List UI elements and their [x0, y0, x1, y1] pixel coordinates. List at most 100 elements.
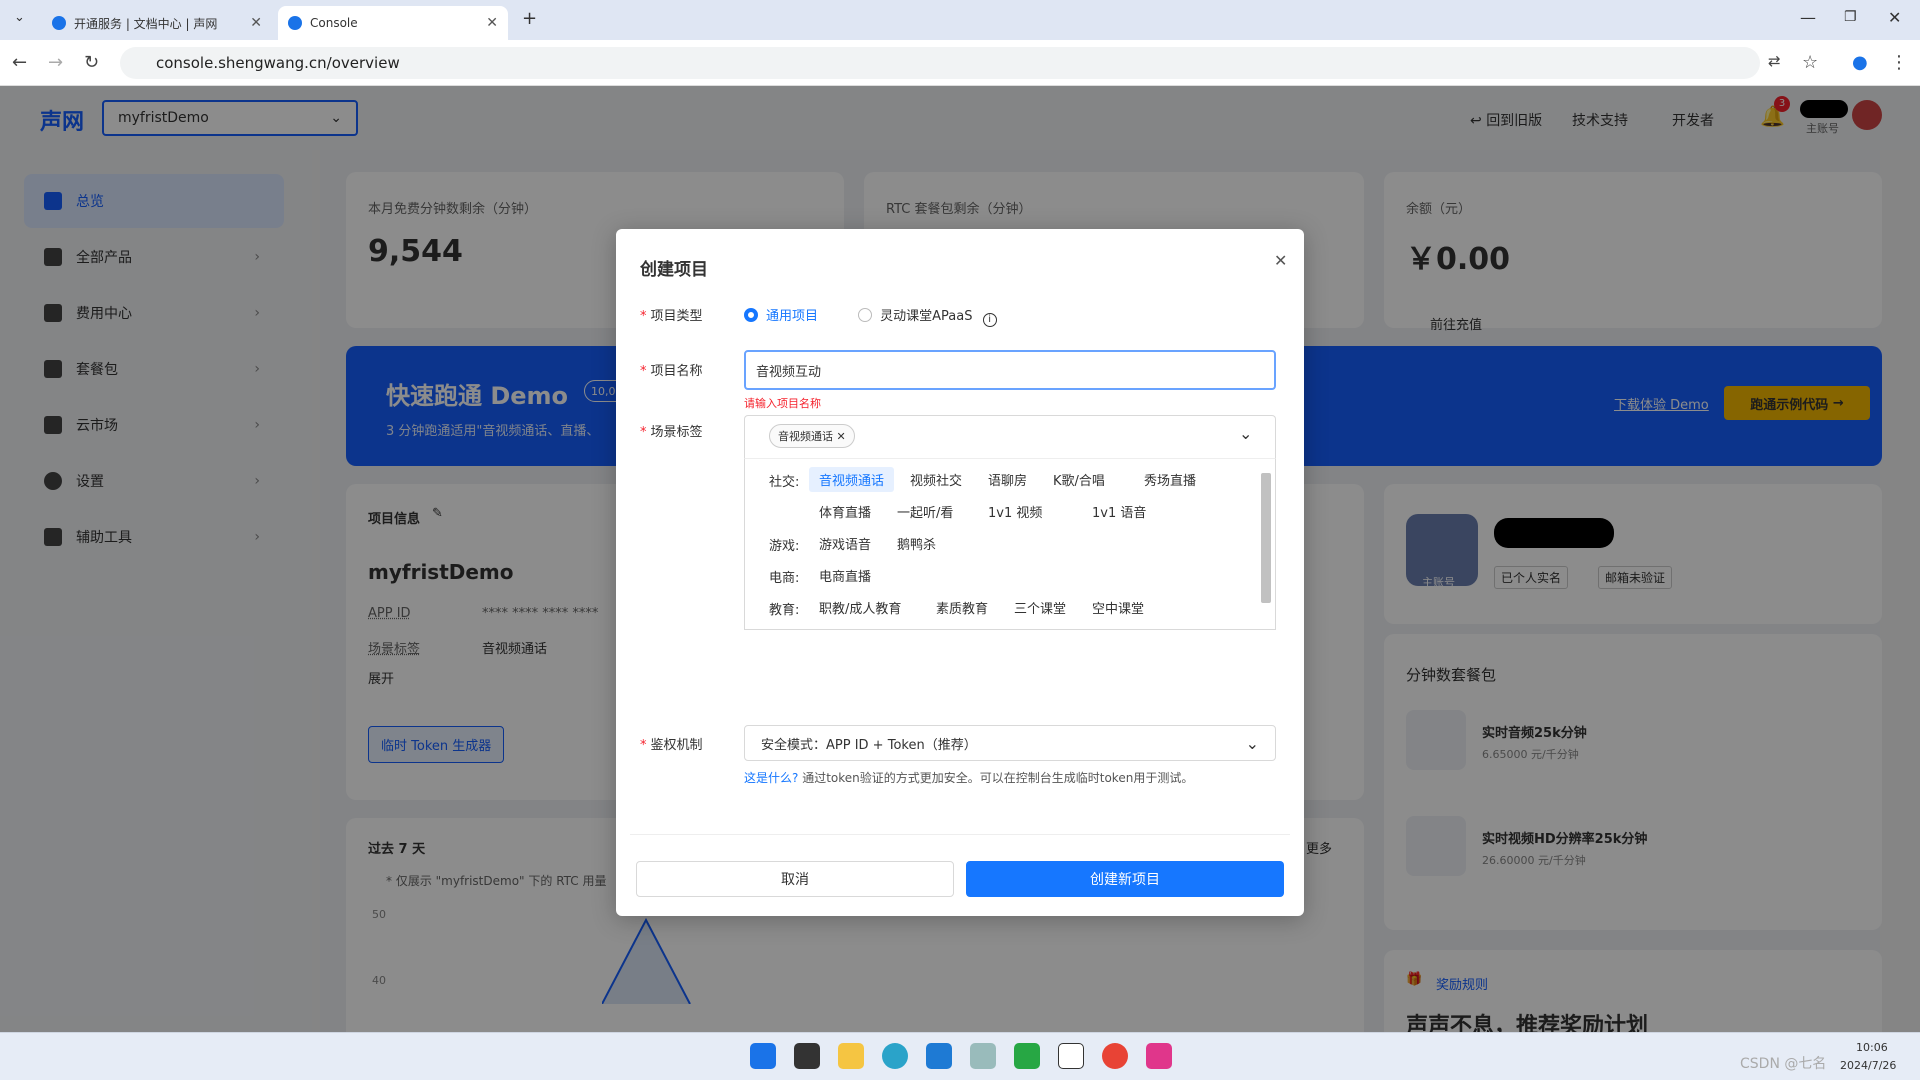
scene-options-panel: 社交: 音视频通话 视频社交 语聊房 K歌/合唱 秀场直播 体育直播 一起听/看 1v1 视频 1…: [744, 458, 1276, 630]
new-tab-icon[interactable]: +: [522, 8, 537, 29]
scene-option[interactable]: K歌/合唱: [1043, 467, 1115, 492]
url-field[interactable]: console.shengwang.cn/overview: [120, 47, 1760, 79]
cancel-label: 取消: [781, 872, 809, 888]
project-name-label: * 项目名称: [640, 364, 703, 379]
scrollbar[interactable]: [1261, 473, 1271, 603]
auth-select[interactable]: 安全模式：APP ID + Token（推荐） ⌄: [744, 725, 1276, 761]
scene-option[interactable]: 语聊房: [978, 467, 1037, 492]
scene-option[interactable]: 电商直播: [809, 563, 881, 588]
scene-option[interactable]: 教育硬件: [1056, 627, 1128, 629]
project-name-text: 项目名称: [650, 364, 703, 379]
scene-category-label: 教育:: [769, 603, 800, 618]
scene-option[interactable]: 素质教育: [926, 595, 998, 620]
scene-option[interactable]: 体育直播: [809, 499, 881, 524]
tab-title: 开通服务 | 文档中心 | 声网: [74, 16, 218, 31]
forward-icon[interactable]: →: [48, 52, 63, 73]
project-type-text: 项目类型: [650, 309, 703, 324]
chevron-down-icon: ⌄: [1239, 424, 1253, 443]
auth-help-text: 通过token验证的方式更加安全。可以在控制台生成临时token用于测试。: [802, 771, 1194, 785]
close-icon[interactable]: ✕: [1274, 251, 1287, 270]
edge-icon[interactable]: [882, 1043, 908, 1069]
file-explorer-icon[interactable]: [838, 1043, 864, 1069]
scene-tags-select[interactable]: 音视频通话 ✕ ⌄: [744, 415, 1276, 459]
browser-tab-bar: ⌄ 开通服务 | 文档中心 | 声网 ✕ Console ✕ + — ❐ ✕: [0, 0, 1920, 40]
project-name-input[interactable]: [744, 350, 1276, 390]
create-project-button[interactable]: 创建新项目: [966, 861, 1284, 897]
radio-apaas[interactable]: 灵动课堂APaaS: [858, 305, 973, 324]
scene-option[interactable]: 视频社交: [900, 467, 972, 492]
scene-chip: 音视频通话 ✕: [769, 424, 855, 448]
clock-time[interactable]: 10:06: [1856, 1041, 1888, 1054]
auth-help: 这是什么? 通过token验证的方式更加安全。可以在控制台生成临时token用于…: [744, 769, 1193, 786]
cancel-button[interactable]: 取消: [636, 861, 954, 897]
close-tab-icon[interactable]: ✕: [486, 15, 498, 31]
radio-general-project[interactable]: 通用项目: [744, 305, 818, 324]
radio-dot: [858, 307, 873, 322]
vscode-icon[interactable]: [926, 1043, 952, 1069]
taskbar-watermark: CSDN @七名: [1740, 1056, 1827, 1072]
scene-option[interactable]: 音视频通话: [809, 467, 895, 492]
project-type-group: 通用项目 灵动课堂APaaS i: [744, 305, 997, 327]
scene-tags-label: * 场景标签: [640, 425, 703, 440]
auth-select-value: 安全模式：APP ID + Token（推荐）: [761, 737, 977, 753]
taskbar: CSDN @七名 10:06 2024/7/26: [0, 1032, 1920, 1080]
site-favicon-icon: [52, 16, 66, 30]
radio-dot: [744, 307, 758, 322]
create-project-modal: 创建项目 ✕ *项目类型 通用项目 灵动课堂APaaS i *项目名称 请输入项…: [616, 229, 1304, 916]
scene-category-label: 游戏:: [769, 539, 800, 554]
url-text: console.shengwang.cn/overview: [156, 54, 400, 72]
what-is-this-link[interactable]: 这是什么?: [744, 771, 798, 785]
project-name-error: 请输入项目名称: [744, 397, 821, 410]
close-tab-icon[interactable]: ✕: [250, 15, 262, 31]
scene-option[interactable]: 一起听/看: [887, 499, 963, 524]
minimize-icon[interactable]: —: [1800, 8, 1816, 27]
project-type-label: * 项目类型: [640, 309, 703, 324]
back-icon[interactable]: ←: [12, 52, 27, 73]
reload-icon[interactable]: ↻: [84, 52, 99, 73]
restore-icon[interactable]: ❐: [1844, 9, 1857, 25]
scene-option[interactable]: 秀场直播: [1134, 467, 1206, 492]
browser-tab-console[interactable]: Console ✕: [278, 6, 508, 40]
profile-icon[interactable]: ●: [1852, 52, 1868, 73]
task-view-icon[interactable]: [794, 1043, 820, 1069]
hbuilder-icon[interactable]: [1014, 1043, 1040, 1069]
snipping-tool-icon[interactable]: [1146, 1043, 1172, 1069]
menu-dots-icon[interactable]: ⋮: [1890, 52, 1908, 73]
scene-option[interactable]: 学科类教培: [809, 627, 894, 629]
translate-icon[interactable]: ⇄: [1768, 52, 1781, 70]
scene-tags-text: 场景标签: [650, 425, 703, 440]
bookmark-star-icon[interactable]: ☆: [1802, 52, 1818, 73]
scene-option[interactable]: 职教/成人教育: [809, 595, 911, 620]
clock-date[interactable]: 2024/7/26: [1840, 1059, 1896, 1072]
scene-option[interactable]: 空中课堂: [1082, 595, 1154, 620]
start-icon[interactable]: [750, 1043, 776, 1069]
scene-option[interactable]: 1v1 语音: [1082, 499, 1156, 524]
info-icon[interactable]: i: [982, 312, 997, 327]
scene-option[interactable]: 线上自习室: [965, 627, 1050, 629]
chip-close-icon[interactable]: ✕: [837, 430, 846, 443]
window-close-icon[interactable]: ✕: [1888, 8, 1901, 27]
auth-label: * 鉴权机制: [640, 738, 703, 753]
scene-option[interactable]: 云监考: [900, 627, 959, 629]
radio-label: 通用项目: [766, 309, 819, 324]
tab-list-chevron-icon[interactable]: ⌄: [14, 10, 25, 25]
typora-icon[interactable]: [1058, 1043, 1084, 1069]
site-favicon-icon: [288, 16, 302, 30]
scene-option[interactable]: 游戏语音: [809, 531, 881, 556]
scene-option[interactable]: 鹅鸭杀: [887, 531, 946, 556]
address-bar-row: ← → ↻ console.shengwang.cn/overview ⇄ ☆ …: [0, 40, 1920, 86]
footer-divider: [630, 834, 1290, 835]
auth-text: 鉴权机制: [650, 738, 703, 753]
scene-option[interactable]: 1v1 视频: [978, 499, 1052, 524]
scene-option[interactable]: 三个课堂: [1004, 595, 1076, 620]
browser-tab-docs[interactable]: 开通服务 | 文档中心 | 声网 ✕: [42, 6, 272, 40]
create-label: 创建新项目: [1090, 872, 1160, 888]
terminal-icon[interactable]: [970, 1043, 996, 1069]
scene-chip-label: 音视频通话: [778, 430, 833, 443]
tab-title: Console: [310, 16, 358, 30]
scene-options-list: 社交: 音视频通话 视频社交 语聊房 K歌/合唱 秀场直播 体育直播 一起听/看 1v1 视频 1…: [745, 459, 1255, 629]
chevron-down-icon: ⌄: [1245, 733, 1259, 753]
radio-label: 灵动课堂APaaS: [880, 309, 973, 324]
chrome-icon[interactable]: [1102, 1043, 1128, 1069]
modal-title: 创建项目: [640, 260, 708, 280]
